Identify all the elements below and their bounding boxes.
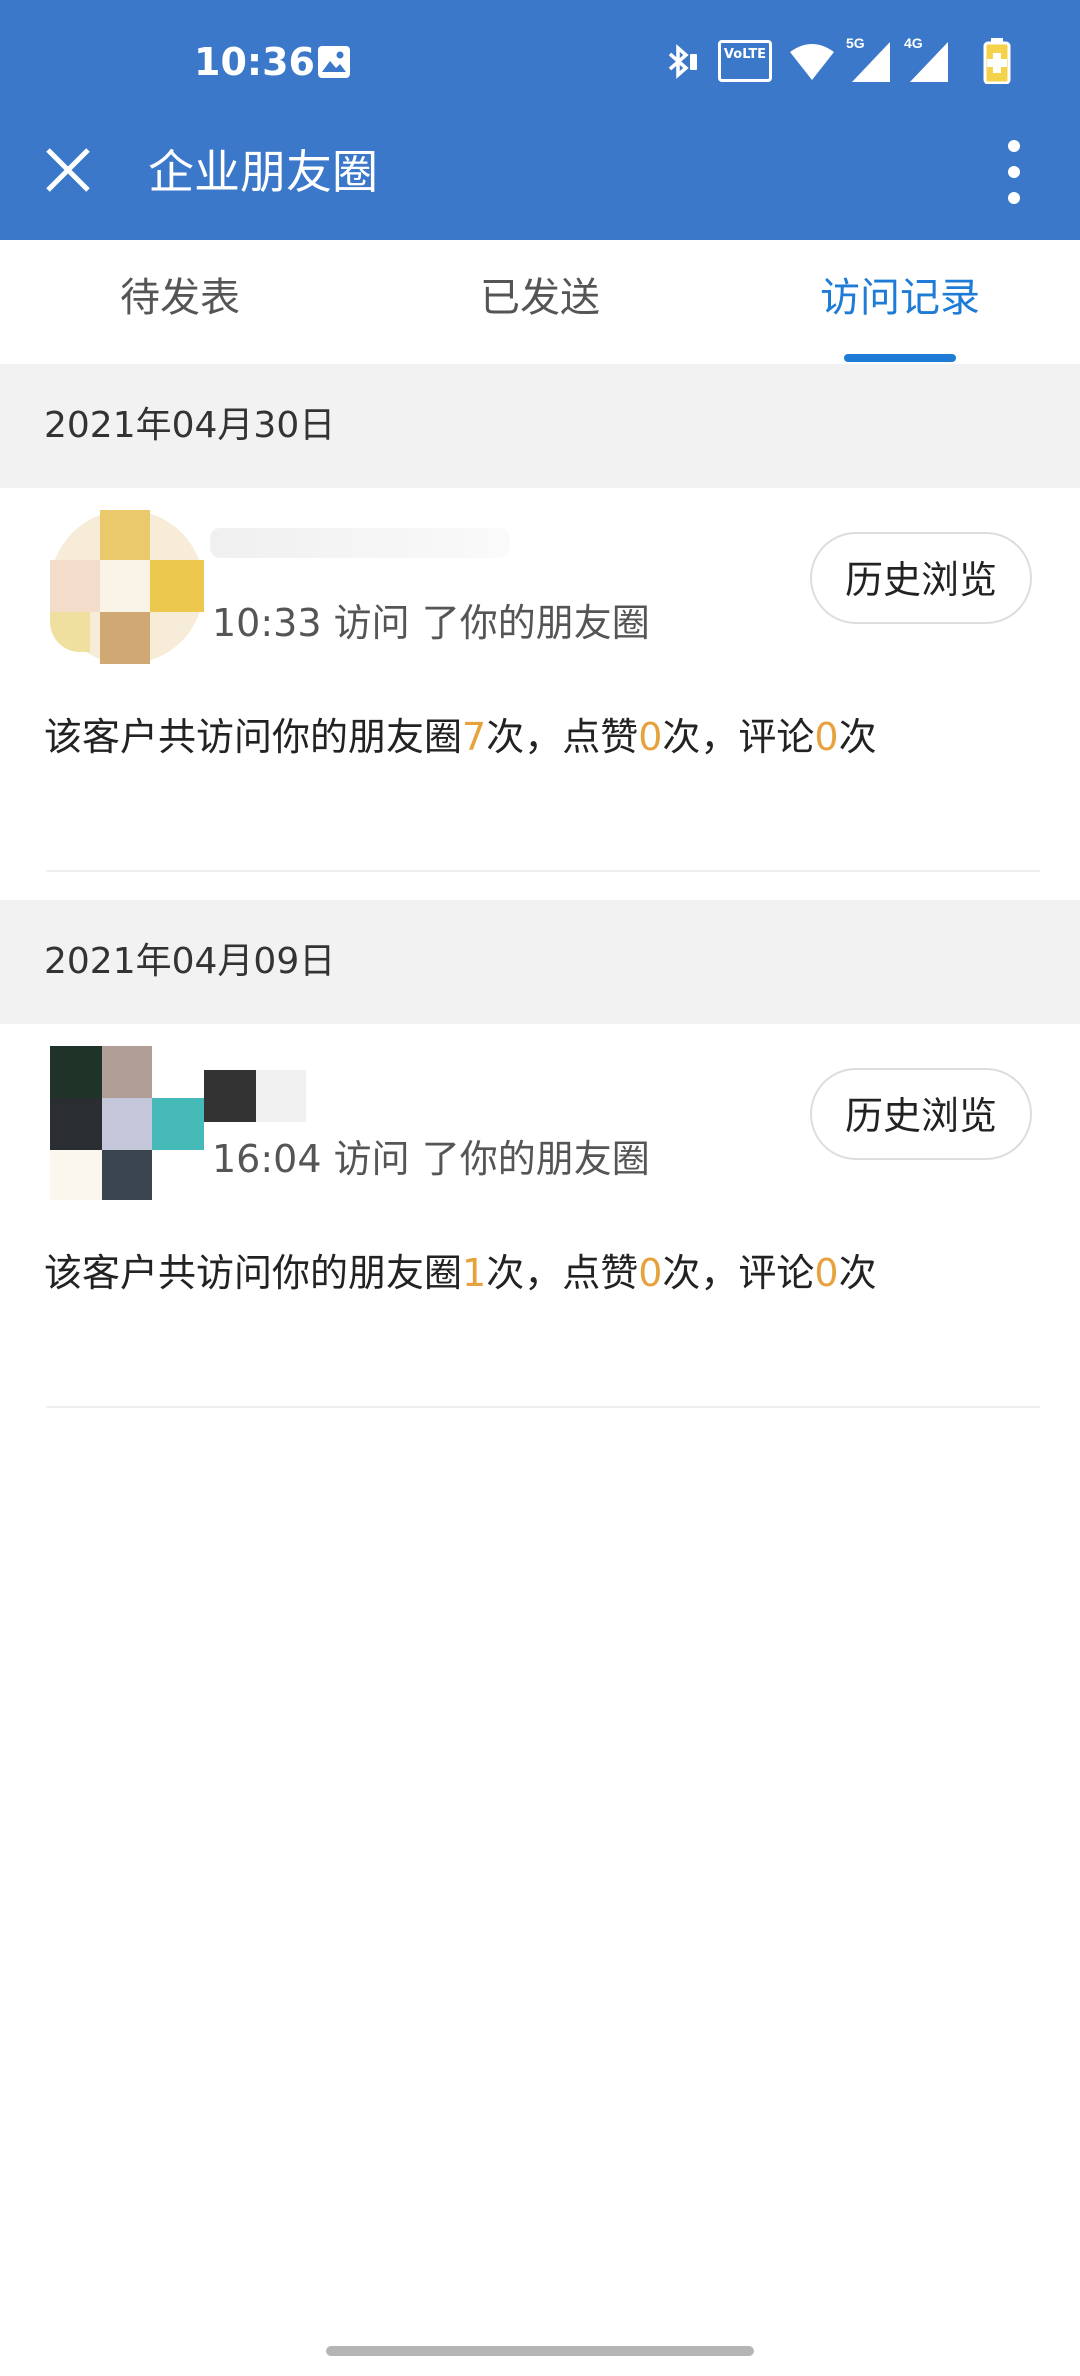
visit-info: 10:33 访问 了你的朋友圈 <box>212 598 650 648</box>
tab-sent[interactable]: 已发送 <box>390 240 690 364</box>
home-indicator[interactable] <box>326 2346 754 2356</box>
volte-icon: VoLTE <box>718 40 772 82</box>
avatar[interactable] <box>50 1046 204 1200</box>
visit-summary: 该客户共访问你的朋友圈1次，点赞0次，评论0次 <box>44 1251 877 1295</box>
visit-count: 1 <box>462 1251 487 1295</box>
status-time: 10:36 <box>194 40 315 84</box>
avatar[interactable] <box>50 510 204 664</box>
date-label: 2021年04月30日 <box>44 405 336 446</box>
visit-text: 访问 了你的朋友圈 <box>333 1137 650 1181</box>
customer-name-blurred <box>210 528 510 558</box>
status-icons: VoLTE 5G 4G <box>660 34 1040 90</box>
toolbar: 企业朋友圈 <box>0 122 1080 240</box>
history-browse-button[interactable]: 历史浏览 <box>810 1068 1032 1160</box>
visit-time: 10:33 <box>212 601 322 645</box>
tab-active-indicator <box>844 354 956 362</box>
close-button[interactable] <box>40 142 96 198</box>
divider <box>46 870 1040 872</box>
visit-count: 7 <box>462 715 487 759</box>
svg-text:5G: 5G <box>846 35 865 51</box>
status-bar: 10:36 VoLTE 5G 4G <box>0 0 1080 122</box>
comment-count: 0 <box>814 1251 839 1295</box>
wifi-icon <box>788 42 836 86</box>
more-vertical-icon <box>1008 140 1020 204</box>
signal-5g-icon: 5G <box>846 34 896 90</box>
svg-text:4G: 4G <box>904 35 923 51</box>
tab-pending[interactable]: 待发表 <box>30 240 330 364</box>
visit-time: 16:04 <box>212 1137 322 1181</box>
bluetooth-icon <box>660 42 700 86</box>
more-options-button[interactable] <box>996 134 1032 210</box>
date-header: 2021年04月09日 <box>0 900 1080 1024</box>
visit-info: 16:04 访问 了你的朋友圈 <box>212 1134 650 1184</box>
page-title: 企业朋友圈 <box>148 145 378 199</box>
visit-record-card: 10:33 访问 了你的朋友圈 历史浏览 该客户共访问你的朋友圈7次，点赞0次，… <box>0 488 1080 896</box>
like-count: 0 <box>638 1251 663 1295</box>
date-header: 2021年04月30日 <box>0 364 1080 488</box>
customer-name-blurred <box>256 1070 306 1122</box>
customer-name-blurred <box>204 1070 256 1122</box>
visit-summary: 该客户共访问你的朋友圈7次，点赞0次，评论0次 <box>44 715 877 759</box>
divider <box>46 1406 1040 1408</box>
date-label: 2021年04月09日 <box>44 941 336 982</box>
signal-4g-icon: 4G <box>904 34 954 90</box>
history-browse-button[interactable]: 历史浏览 <box>810 532 1032 624</box>
close-icon <box>46 148 90 192</box>
like-count: 0 <box>638 715 663 759</box>
gallery-icon <box>316 44 352 84</box>
tab-bar: 待发表 已发送 访问记录 <box>0 240 1080 364</box>
app-bar: 10:36 VoLTE 5G 4G 企业朋友圈 <box>0 0 1080 240</box>
visit-record-card: 16:04 访问 了你的朋友圈 历史浏览 该客户共访问你的朋友圈1次，点赞0次，… <box>0 1024 1080 1436</box>
tab-visit-records[interactable]: 访问记录 <box>750 240 1050 364</box>
visit-text: 访问 了你的朋友圈 <box>333 601 650 645</box>
comment-count: 0 <box>814 715 839 759</box>
battery-icon <box>982 38 1012 88</box>
